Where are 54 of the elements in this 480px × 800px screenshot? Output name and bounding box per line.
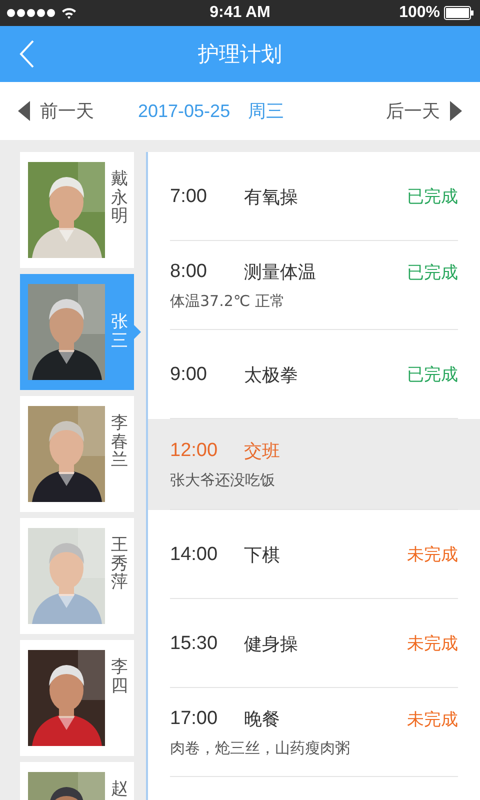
task-title: 有氧操 <box>244 186 298 208</box>
task-row[interactable]: 14:00 下棋 未完成 <box>148 510 480 599</box>
next-day-button[interactable]: 后一天 <box>386 99 462 123</box>
previous-day-button[interactable]: 前一天 <box>18 99 94 123</box>
task-time: 17:00 <box>170 708 219 730</box>
task-time: 9:00 <box>170 364 208 386</box>
task-time: 15:30 <box>170 632 219 654</box>
task-status: 未完成 <box>407 708 458 730</box>
task-note: 张大爷还没吃饭 <box>170 471 276 490</box>
task-title: 测量体温 <box>244 261 316 284</box>
task-status: 未完成 <box>407 633 458 655</box>
resident-card[interactable]: 李四 <box>20 640 134 756</box>
task-title: 交班 <box>244 440 280 463</box>
task-row[interactable]: 7:00 有氧操 已完成 <box>148 152 480 241</box>
task-time: 8:00 <box>170 261 208 283</box>
task-title: 健身操 <box>244 632 298 656</box>
task-row[interactable]: 9:00 太极拳 已完成 <box>148 330 480 419</box>
task-status: 已完成 <box>407 364 458 386</box>
right-triangle-icon <box>450 101 462 121</box>
resident-name: 李春兰 <box>111 414 128 470</box>
resident-name: 李四 <box>111 658 128 696</box>
task-title: 下棋 <box>244 544 280 566</box>
task-time: 14:00 <box>170 544 219 566</box>
resident-card[interactable]: 赵 <box>20 762 134 800</box>
status-time: 9:41 AM <box>210 4 270 22</box>
weekday: 周三 <box>248 100 284 123</box>
resident-name: 戴永明 <box>111 170 128 226</box>
resident-card[interactable]: 李春兰 <box>20 396 134 512</box>
task-status: 已完成 <box>407 186 458 208</box>
task-time: 12:00 <box>170 440 219 462</box>
wifi-icon <box>61 7 77 19</box>
signal-icon <box>6 8 56 18</box>
task-time: 7:00 <box>170 186 208 208</box>
resident-name: 张三 <box>111 313 128 351</box>
task-title: 晚餐 <box>244 708 280 731</box>
handover-row[interactable]: 12:00 交班 张大爷还没吃饭 <box>148 419 480 510</box>
task-note: 体温37.2℃ 正常 <box>170 292 286 311</box>
battery-percent: 100% <box>399 4 440 22</box>
task-status: 未完成 <box>407 544 458 566</box>
resident-card[interactable]: 戴永明 <box>20 152 134 268</box>
task-row[interactable]: 8:00 测量体温 已完成 体温37.2℃ 正常 <box>148 241 480 330</box>
resident-name: 王秀萍 <box>111 536 128 592</box>
left-triangle-icon <box>18 101 30 121</box>
resident-name: 赵 <box>111 780 128 799</box>
back-icon[interactable] <box>18 39 36 69</box>
task-status: 已完成 <box>407 262 458 284</box>
current-date: 2017-05-25 <box>138 100 230 122</box>
task-row[interactable]: 17:00 晚餐 未完成 肉卷，炝三丝，山药瘦肉粥 <box>148 688 480 777</box>
battery-icon <box>444 6 474 20</box>
task-title: 太极拳 <box>244 364 298 386</box>
page-title: 护理计划 <box>198 41 282 68</box>
task-row[interactable]: 15:30 健身操 未完成 <box>148 599 480 688</box>
resident-card[interactable]: 王秀萍 <box>20 518 134 634</box>
task-note: 肉卷，炝三丝，山药瘦肉粥 <box>170 739 351 758</box>
